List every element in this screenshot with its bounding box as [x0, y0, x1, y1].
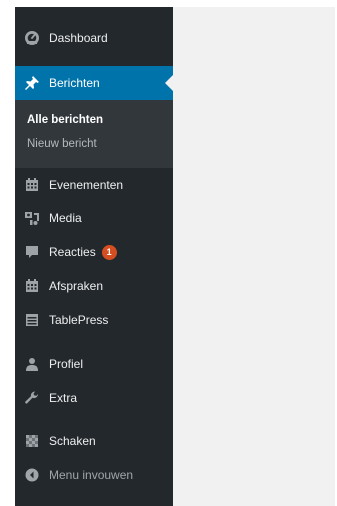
sidebar-item-label: Schaken [49, 434, 96, 448]
chessboard-icon [15, 424, 49, 458]
submenu-item-nieuw-bericht[interactable]: Nieuw bericht [27, 138, 97, 150]
sidebar-item-label: Afspraken [49, 279, 104, 293]
wrench-icon [15, 381, 49, 415]
collapse-arrow-icon [15, 458, 49, 492]
sidebar-item-label: Media [49, 211, 82, 225]
submenu-berichten: Alle berichten Nieuw bericht [15, 100, 173, 168]
sidebar-item-media[interactable]: Media [15, 201, 173, 235]
admin-sidebar: Dashboard Berichten Alle berichten Nieuw… [15, 7, 173, 506]
sidebar-item-label: Profiel [49, 357, 84, 371]
sidebar-item-extra[interactable]: Extra [15, 381, 173, 415]
sidebar-item-dashboard[interactable]: Dashboard [15, 21, 173, 55]
screenshot-frame: Dashboard Berichten Alle berichten Nieuw… [0, 0, 337, 506]
sidebar-item-reacties[interactable]: Reacties 1 [15, 235, 173, 269]
active-indicator-arrow [165, 75, 173, 91]
calendar-icon [15, 269, 49, 303]
sidebar-item-profiel[interactable]: Profiel [15, 347, 173, 381]
collapse-menu-label: Menu invouwen [49, 468, 134, 482]
pin-icon [15, 66, 49, 100]
comment-icon [15, 235, 49, 269]
submenu-item-alle-berichten[interactable]: Alle berichten [27, 114, 103, 126]
sidebar-item-berichten[interactable]: Berichten [15, 66, 173, 100]
sidebar-item-tablepress[interactable]: TablePress [15, 303, 173, 337]
collapse-menu-button[interactable]: Menu invouwen [15, 458, 173, 492]
table-icon [15, 303, 49, 337]
media-icon [15, 201, 49, 235]
calendar-icon [15, 168, 49, 202]
sidebar-item-label: TablePress [49, 313, 109, 327]
sidebar-item-schaken[interactable]: Schaken [15, 424, 173, 458]
dashboard-icon [15, 21, 49, 55]
sidebar-item-label: Reacties [49, 245, 96, 259]
user-icon [15, 347, 49, 381]
sidebar-item-evenementen[interactable]: Evenementen [15, 168, 173, 202]
sidebar-item-afspraken[interactable]: Afspraken [15, 269, 173, 303]
sidebar-item-label: Evenementen [49, 178, 124, 192]
comment-count-badge: 1 [101, 244, 117, 260]
sidebar-item-label: Dashboard [49, 31, 108, 45]
sidebar-item-label: Berichten [49, 76, 100, 90]
sidebar-item-label: Extra [49, 391, 78, 405]
main-content-area [173, 7, 335, 506]
